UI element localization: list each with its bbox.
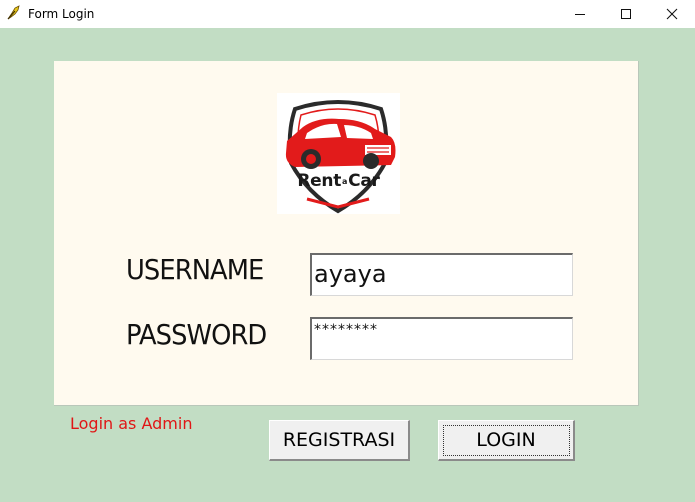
login-button[interactable]: LOGIN <box>438 420 575 461</box>
title-bar: Form Login <box>0 0 695 28</box>
login-panel: RentaCar USERNAME ayaya PASSWORD *******… <box>54 61 639 406</box>
form-client-area: RentaCar USERNAME ayaya PASSWORD *******… <box>0 28 695 502</box>
maximize-button[interactable] <box>603 0 649 28</box>
username-label: USERNAME <box>126 253 264 286</box>
close-button[interactable] <box>649 0 695 28</box>
rent-a-car-logo: RentaCar <box>277 93 400 214</box>
window-title: Form Login <box>28 7 95 21</box>
password-label: PASSWORD <box>126 318 267 351</box>
close-icon <box>666 8 678 20</box>
maximize-icon <box>621 9 631 19</box>
logo-brand-mid: a <box>342 177 348 186</box>
register-button[interactable]: REGISTRASI <box>269 420 410 461</box>
logo-brand-right: Car <box>348 171 380 191</box>
username-input[interactable]: ayaya <box>310 253 573 296</box>
logo-brand-text: RentaCar <box>277 171 400 191</box>
login-as-admin-link[interactable]: Login as Admin <box>70 414 192 433</box>
logo-brand-left: Rent <box>297 171 342 191</box>
minimize-button[interactable] <box>557 0 603 28</box>
car-shield-logo <box>285 100 396 214</box>
feather-icon <box>7 5 20 20</box>
minimize-icon <box>575 14 585 15</box>
password-input[interactable]: ******** <box>310 317 573 360</box>
